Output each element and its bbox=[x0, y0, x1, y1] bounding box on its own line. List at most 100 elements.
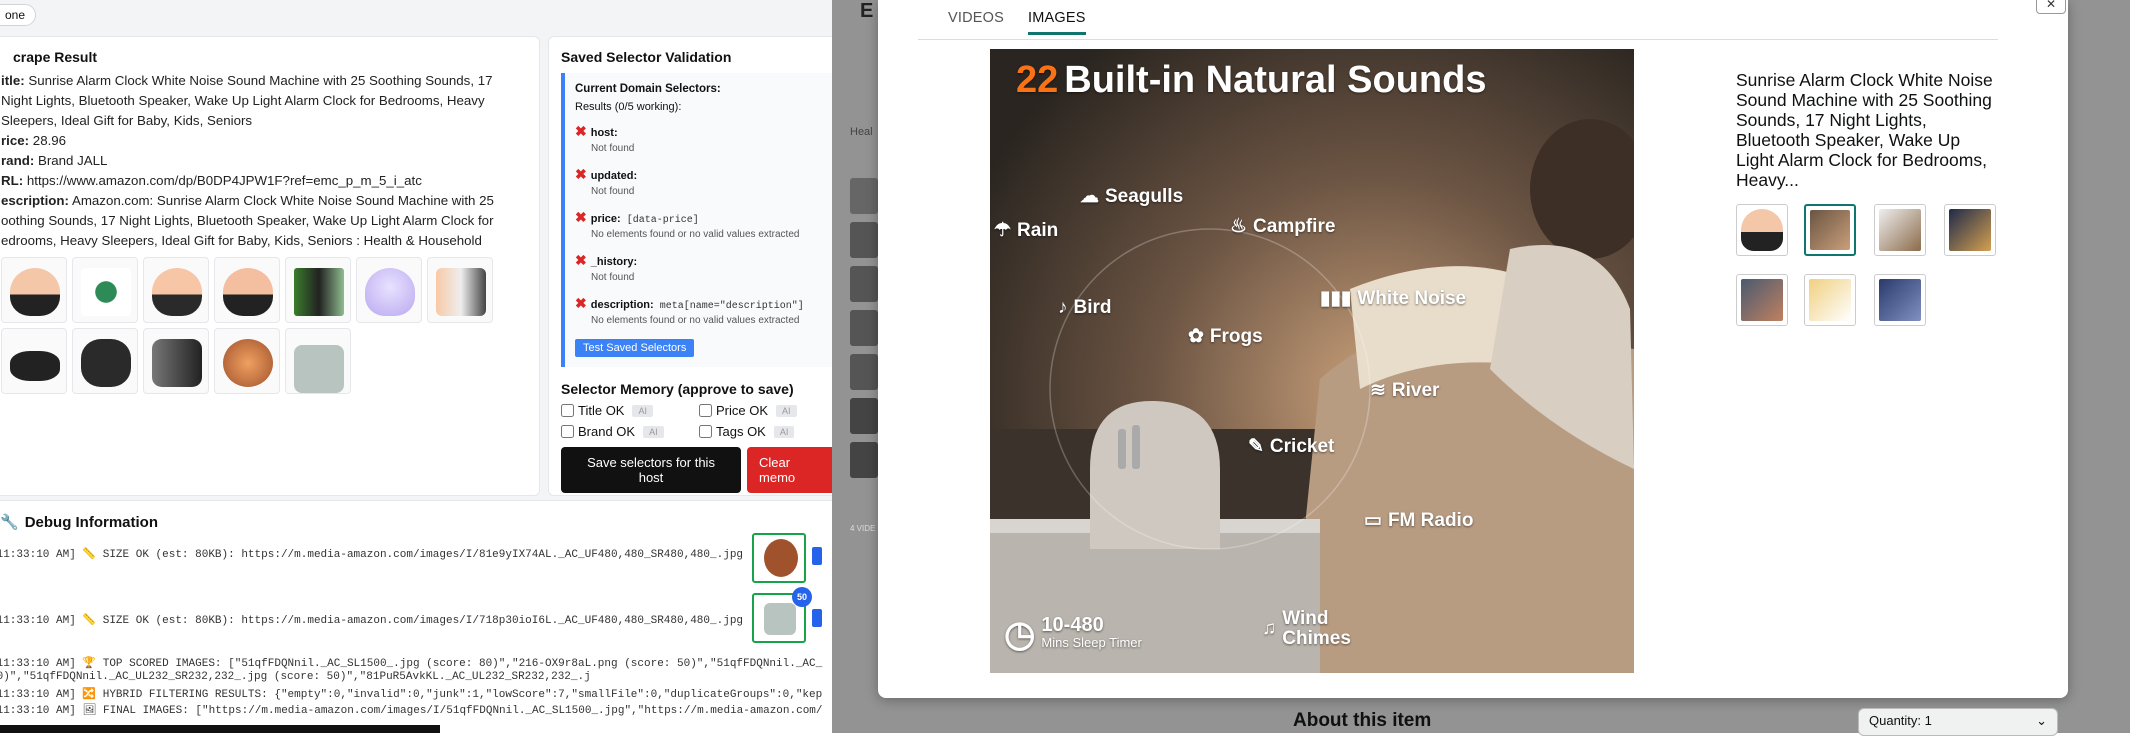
scrape-result-heading: crape Result bbox=[13, 49, 98, 65]
page-heading-fragment: E bbox=[860, 0, 874, 22]
image-viewer-modal: VIDEOS IMAGES 22 Built-in Natural Sounds … bbox=[878, 0, 2068, 698]
sound-cricket: ✎ Cricket bbox=[1248, 435, 1335, 458]
selector-host: ✖ host: Not found bbox=[575, 123, 635, 154]
modal-thumbnail[interactable] bbox=[1736, 274, 1788, 326]
debug-thumbnail[interactable] bbox=[752, 533, 806, 583]
modal-product-title: Sunrise Alarm Clock White Noise Sound Ma… bbox=[1736, 70, 1993, 190]
product-thumbnail[interactable] bbox=[285, 328, 351, 394]
product-thumbnail[interactable] bbox=[72, 257, 138, 323]
tags-ok-checkbox[interactable]: Tags OK AI bbox=[699, 424, 832, 439]
edge-button[interactable] bbox=[812, 609, 822, 627]
seagull-icon: ☁ bbox=[1080, 186, 1099, 207]
edge-button[interactable] bbox=[812, 547, 822, 565]
product-photo bbox=[990, 49, 1634, 673]
test-saved-selectors-button[interactable]: Test Saved Selectors bbox=[575, 339, 695, 357]
title-ok-checkbox[interactable]: Title OK AI bbox=[561, 403, 699, 418]
sound-fm-radio: ▭ FM Radio bbox=[1364, 509, 1474, 532]
results-summary: Results (0/5 working): bbox=[575, 101, 682, 113]
brand-ok-checkbox[interactable]: Brand OK AI bbox=[561, 424, 699, 439]
sound-white-noise: ▮▮▮ White Noise bbox=[1320, 287, 1467, 310]
selector-price: ✖ price: [data-price] No elements found or … bbox=[575, 209, 800, 240]
error-icon: ✖ bbox=[575, 295, 587, 311]
sound-campfire: ♨ Campfire bbox=[1230, 215, 1336, 238]
error-icon: ✖ bbox=[575, 166, 587, 182]
filter-chip[interactable]: one bbox=[0, 4, 37, 26]
memory-heading: Selector Memory (approve to save) bbox=[561, 381, 794, 397]
sound-river: ≋ River bbox=[1370, 379, 1440, 402]
modal-thumbnail[interactable] bbox=[1874, 274, 1926, 326]
debug-heading: Debug Information bbox=[24, 513, 159, 531]
quantity-select[interactable]: Quantity: 1 ⌄ bbox=[1858, 708, 2058, 736]
product-thumbnail[interactable] bbox=[427, 257, 493, 323]
log-line: [11:33:10 AM] 🖼 FINAL IMAGES: ["https://… bbox=[0, 705, 823, 717]
sound-frogs: ✿ Frogs bbox=[1188, 325, 1263, 348]
extension-panel: one crape Result itle: Sunrise Alarm Clo… bbox=[0, 0, 832, 733]
product-thumbnail[interactable] bbox=[72, 328, 138, 394]
clear-memory-button[interactable]: Clear memo bbox=[747, 447, 832, 493]
price-ok-checkbox[interactable]: Price OK AI bbox=[699, 403, 832, 418]
log-line: [11:33:10 AM] 🔀 HYBRID FILTERING RESULTS… bbox=[0, 689, 823, 701]
product-thumbnail[interactable] bbox=[214, 257, 280, 323]
sound-bird: ♪ Bird bbox=[1058, 297, 1112, 318]
breadcrumb: Heal bbox=[850, 126, 873, 138]
modal-thumbnail[interactable] bbox=[1804, 274, 1856, 326]
tab-videos[interactable]: VIDEOS bbox=[948, 10, 1004, 26]
sound-seagulls: ☁ Seagulls bbox=[1080, 185, 1184, 208]
bird-icon: ♪ bbox=[1058, 297, 1068, 318]
product-thumbnail[interactable] bbox=[214, 328, 280, 394]
timer-icon: ◷ bbox=[1004, 613, 1036, 654]
chevron-down-icon: ⌄ bbox=[2036, 713, 2047, 728]
product-thumbnail[interactable] bbox=[285, 257, 351, 323]
taskbar-strip bbox=[0, 725, 440, 733]
error-icon: ✖ bbox=[575, 209, 587, 225]
media-tabs: VIDEOS IMAGES bbox=[918, 0, 1998, 40]
log-line: [11:33:10 AM] 📏 SIZE OK (est: 80KB): htt… bbox=[0, 549, 744, 561]
sound-rain: ☂ Rain bbox=[994, 219, 1059, 242]
close-modal-button[interactable]: ✕ bbox=[2036, 0, 2066, 14]
debug-panel: 🔧 Debug Information [11:33:10 AM] 📏 SIZE … bbox=[0, 500, 832, 733]
validation-box: Current Domain Selectors: Results (0/5 w… bbox=[561, 73, 832, 367]
brand-field: rand: Brand JALL bbox=[1, 153, 108, 168]
log-line: [11:33:10 AM] 🏆 TOP SCORED IMAGES: ["51q… bbox=[0, 658, 823, 670]
sleep-timer: ◷ 10-480 Mins Sleep Timer bbox=[1004, 613, 1142, 654]
main-product-image[interactable]: 22 Built-in Natural Sounds ☁ Seagulls ☂ Rai… bbox=[990, 49, 1634, 673]
modal-thumbnail[interactable] bbox=[1944, 204, 1996, 256]
product-thumbnail[interactable] bbox=[356, 257, 422, 323]
selector-history: ✖ _history: Not found bbox=[575, 252, 638, 283]
price-field: rice: 28.96 bbox=[1, 133, 67, 148]
image-thumbnails bbox=[1, 257, 511, 394]
modal-thumbnail[interactable] bbox=[1874, 204, 1926, 256]
videos-count: 4 VIDE bbox=[850, 524, 876, 533]
scrape-result-card: crape Result itle: Sunrise Alarm Clock W… bbox=[0, 36, 540, 496]
product-thumbnail[interactable] bbox=[1, 257, 67, 323]
error-icon: ✖ bbox=[575, 252, 587, 268]
selector-memory: Selector Memory (approve to save) Title … bbox=[561, 381, 832, 493]
image-headline: 22 Built-in Natural Sounds bbox=[1016, 59, 1487, 101]
debug-thumbnail[interactable]: 50 bbox=[752, 587, 812, 643]
rain-icon: ☂ bbox=[994, 220, 1012, 241]
current-selectors-label: Current Domain Selectors: bbox=[575, 83, 721, 95]
description-field: escription: Amazon.com: Sunrise Alarm Cl… bbox=[1, 193, 494, 248]
error-icon: ✖ bbox=[575, 123, 587, 139]
about-heading: About this item bbox=[1293, 710, 1432, 731]
tab-images[interactable]: IMAGES bbox=[1028, 10, 1086, 35]
product-thumbnail[interactable] bbox=[143, 328, 209, 394]
chime-icon: ♫ bbox=[1262, 618, 1277, 639]
title-field: itle: Sunrise Alarm Clock White Noise So… bbox=[1, 73, 493, 128]
selector-description: ✖ description: meta[name="description"] No … bbox=[575, 295, 804, 326]
modal-thumbnail[interactable] bbox=[1736, 204, 1788, 256]
modal-thumbnail-selected[interactable] bbox=[1804, 204, 1856, 256]
save-selectors-button[interactable]: Save selectors for this host bbox=[561, 447, 742, 493]
campfire-icon: ♨ bbox=[1230, 216, 1248, 237]
validation-heading: Saved Selector Validation bbox=[561, 49, 732, 65]
radio-icon: ▭ bbox=[1364, 510, 1382, 531]
wind-chimes: ♫ Wind Chimes bbox=[1262, 608, 1351, 649]
log-line: 50)","51qfFDQNnil._AC_UL232_SR232,232_.j… bbox=[0, 671, 591, 683]
frog-icon: ✿ bbox=[1188, 326, 1204, 347]
wrench-icon: 🔧 bbox=[0, 514, 19, 531]
product-thumbnail[interactable] bbox=[143, 257, 209, 323]
selector-updated: ✖ updated: Not found bbox=[575, 166, 638, 197]
background-thumbnail-strip bbox=[850, 178, 878, 478]
product-thumbnail[interactable] bbox=[1, 328, 67, 394]
cricket-icon: ✎ bbox=[1248, 436, 1264, 457]
